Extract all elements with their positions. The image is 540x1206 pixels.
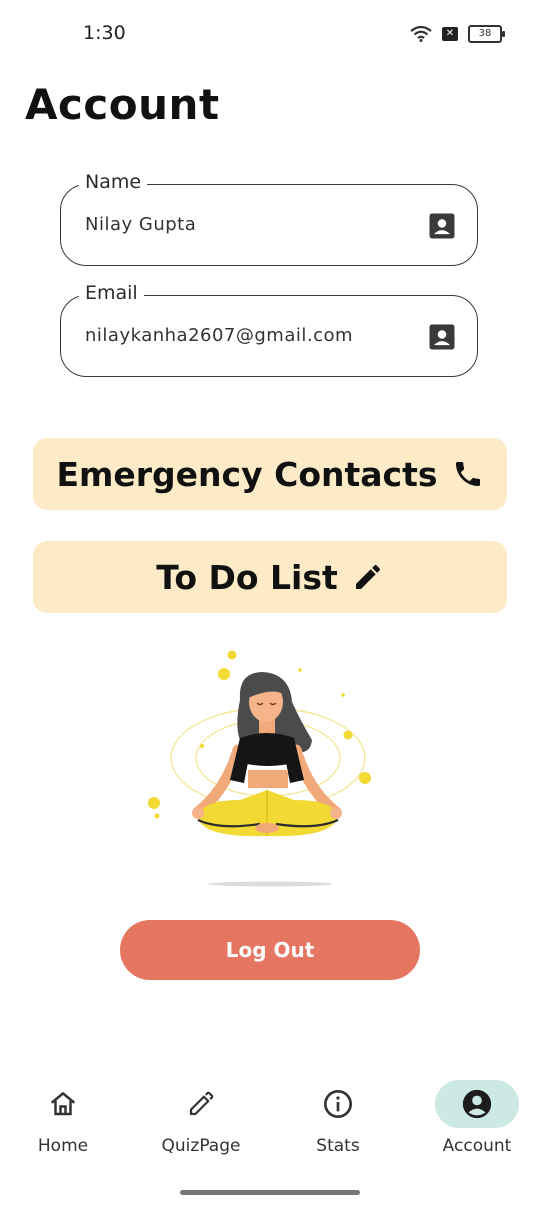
home-icon bbox=[50, 1092, 76, 1116]
pencil-icon bbox=[189, 1091, 214, 1116]
nav-item-home[interactable]: Home bbox=[0, 1080, 128, 1170]
nav-label-home: Home bbox=[37, 1136, 89, 1156]
account-circle-icon bbox=[462, 1089, 492, 1119]
nav-item-quizpage[interactable]: QuizPage bbox=[136, 1080, 266, 1170]
contact-card-icon bbox=[429, 324, 455, 350]
todo-list-button[interactable]: To Do List bbox=[33, 541, 507, 613]
emergency-contacts-button[interactable]: Emergency Contacts bbox=[33, 438, 507, 510]
nav-icon-wrap bbox=[159, 1080, 243, 1128]
nav-label-stats: Stats bbox=[316, 1136, 360, 1156]
email-field[interactable]: Email nilaykanha2607@gmail.com bbox=[60, 282, 478, 377]
nav-item-account[interactable]: Account bbox=[412, 1080, 540, 1170]
page-title: Account bbox=[25, 80, 220, 129]
logout-button[interactable]: Log Out bbox=[120, 920, 420, 980]
meditating-woman-illustration bbox=[148, 650, 371, 887]
name-field-value[interactable]: Nilay Gupta bbox=[85, 185, 196, 265]
bottom-navigation: Home QuizPage Stats Account bbox=[0, 1070, 540, 1170]
nav-icon-wrap bbox=[21, 1080, 105, 1128]
nav-label-account: Account bbox=[442, 1136, 512, 1156]
contact-card-icon bbox=[429, 213, 455, 239]
todo-list-label: To Do List bbox=[156, 557, 338, 597]
email-field-value[interactable]: nilaykanha2607@gmail.com bbox=[85, 296, 353, 376]
home-indicator bbox=[180, 1190, 360, 1195]
x-box-icon: ✕ bbox=[442, 27, 458, 41]
nav-label-quizpage: QuizPage bbox=[161, 1136, 241, 1156]
info-icon bbox=[324, 1090, 352, 1118]
name-field[interactable]: Name Nilay Gupta bbox=[60, 171, 478, 266]
emergency-contacts-label: Emergency Contacts bbox=[56, 454, 438, 494]
nav-icon-wrap bbox=[296, 1080, 380, 1128]
battery-icon: 38 bbox=[468, 25, 505, 43]
nav-icon-wrap-active bbox=[435, 1080, 519, 1128]
pencil-icon bbox=[355, 564, 380, 589]
nav-item-stats[interactable]: Stats bbox=[273, 1080, 403, 1170]
status-bar: 1:30 ✕ 38 bbox=[0, 0, 540, 70]
phone-icon bbox=[455, 462, 480, 486]
wifi-icon bbox=[410, 26, 432, 42]
status-time: 1:30 bbox=[83, 22, 126, 44]
status-icons: ✕ 38 bbox=[410, 25, 505, 43]
